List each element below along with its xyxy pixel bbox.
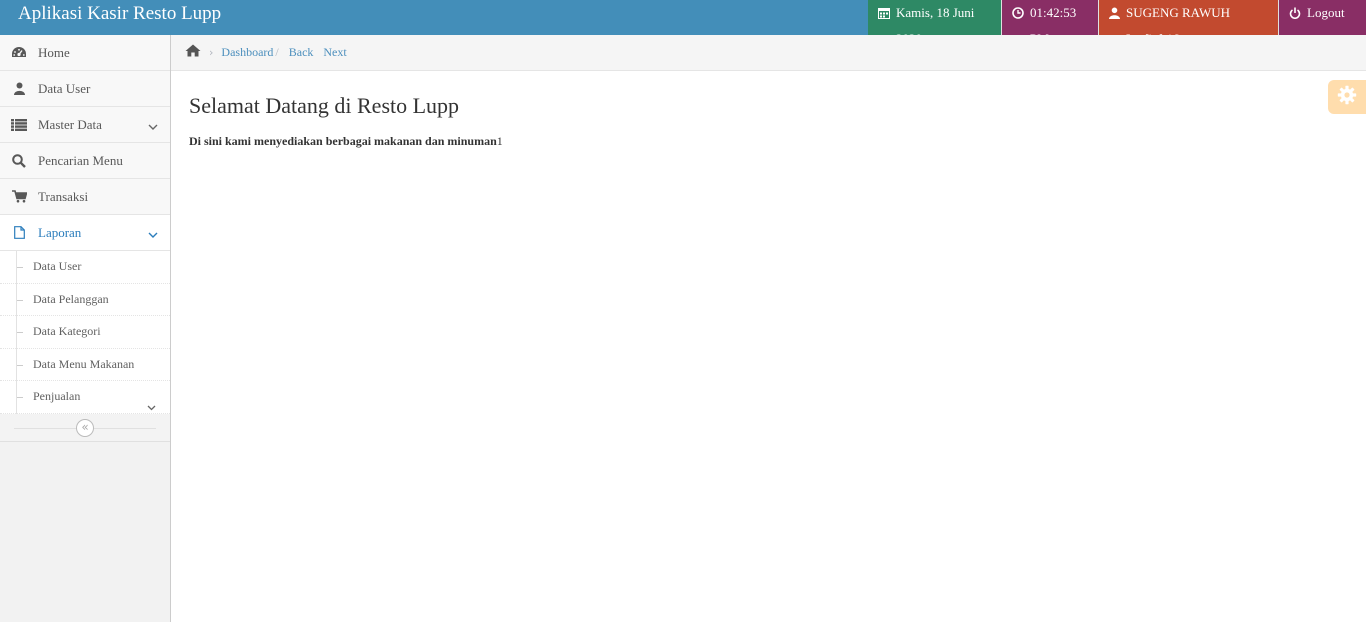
submenu-item-label: Data Menu Makanan — [33, 356, 135, 371]
submenu-item-label: Data Pelanggan — [33, 291, 109, 306]
gear-icon — [1337, 85, 1357, 109]
sidebar-item-label: Transaksi — [38, 188, 89, 204]
submenu-item-data-user[interactable]: Data User — [0, 251, 170, 284]
search-icon — [0, 153, 38, 168]
sidebar-item-data-user[interactable]: Data User — [0, 71, 170, 107]
submenu-item-label: Data Kategori — [33, 324, 101, 338]
submenu-item-data-menu-makanan[interactable]: Data Menu Makanan — [0, 349, 170, 381]
laporan-submenu: Data User Data Pelanggan Data Kategori D… — [0, 251, 170, 414]
sidebar-item-label: Data User — [38, 80, 91, 96]
sidebar-item-label: Home — [38, 44, 70, 60]
page-title: Selamat Datang di Resto Lupp — [189, 93, 460, 118]
sidebar-item-label: Laporan — [38, 224, 82, 240]
back-link[interactable]: Back — [289, 45, 314, 60]
navbar: Aplikasi Kasir Resto Lupp Kamis, 18 Juni… — [0, 0, 1366, 46]
sidebar-item-pencarian-menu[interactable]: Pencarian Menu — [0, 143, 170, 179]
next-link[interactable]: Next — [323, 45, 346, 60]
power-icon — [1289, 0, 1301, 26]
cart-icon — [0, 190, 38, 203]
breadcrumb: › Dashboard / Back Next — [171, 35, 1366, 71]
navbar-right: Kamis, 18 Juni 2020 01:42:53 PM SUGENG R… — [868, 0, 1366, 46]
file-icon — [0, 226, 38, 239]
sidebar-collapse-button[interactable]: « — [76, 418, 94, 437]
sidebar-collapse-bar: « — [0, 413, 170, 442]
date-block: Kamis, 18 Juni 2020 — [868, 0, 1001, 46]
app-title[interactable]: Aplikasi Kasir Resto Lupp — [18, 0, 221, 35]
chevron-right-icon: › — [209, 46, 214, 59]
home-icon[interactable] — [185, 44, 201, 61]
dashboard-icon — [0, 46, 38, 59]
welcome-text-main: Di sini kami menyediakan berbagai makana… — [189, 134, 497, 148]
clock-icon — [1012, 0, 1024, 26]
submenu-item-data-kategori[interactable]: Data Kategori — [0, 316, 170, 349]
settings-button[interactable] — [1328, 80, 1366, 114]
calendar-icon — [878, 0, 890, 26]
welcome-text-suffix: 1 — [496, 134, 503, 148]
submenu-item-penjualan[interactable]: Penjualan — [0, 381, 170, 414]
sidebar-item-label: Pencarian Menu — [38, 152, 123, 168]
welcome-text: Di sini kami menyediakan berbagai makana… — [189, 134, 503, 149]
sidebar-item-laporan[interactable]: Laporan — [0, 215, 170, 251]
sidebar-item-transaksi[interactable]: Transaksi — [0, 179, 170, 215]
logout-button[interactable]: Logout — [1278, 0, 1366, 35]
sidebar-item-master-data[interactable]: Master Data — [0, 107, 170, 143]
sidebar-item-home[interactable]: Home — [0, 35, 170, 71]
list-icon — [0, 118, 38, 131]
sidebar-item-label: Master Data — [38, 116, 102, 132]
breadcrumb-separator: / — [275, 45, 279, 59]
submenu-item-label: Penjualan — [33, 389, 81, 403]
user-icon — [0, 82, 38, 95]
time-block: 01:42:53 PM — [1001, 0, 1098, 46]
user-icon — [1109, 0, 1120, 26]
breadcrumb-dashboard-link[interactable]: Dashboard — [221, 45, 273, 60]
user-block[interactable]: SUGENG RAWUH Lutfiafr16 — [1098, 0, 1278, 46]
chevron-down-icon — [148, 227, 158, 243]
submenu-item-label: Data User — [33, 259, 82, 273]
sidebar: Home Data User Master Data Pencarian Men… — [0, 35, 171, 622]
logout-label: Logout — [1307, 5, 1345, 20]
chevron-down-icon — [148, 119, 158, 135]
submenu-item-data-pelanggan[interactable]: Data Pelanggan — [0, 284, 170, 316]
